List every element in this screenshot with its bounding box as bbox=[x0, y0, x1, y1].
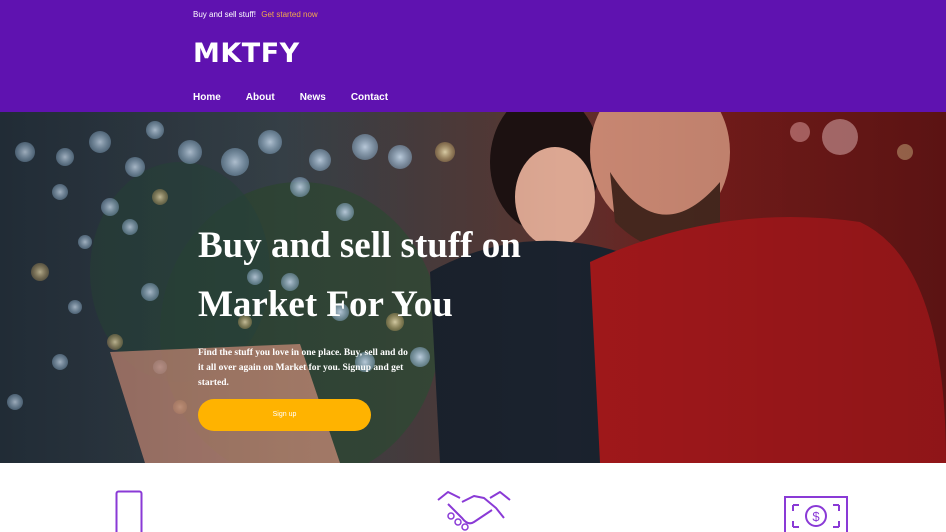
tagline-text: Buy and sell stuff! bbox=[193, 10, 256, 19]
phone-icon bbox=[115, 490, 143, 532]
hero-description: Find the stuff you love in one place. Bu… bbox=[198, 348, 408, 388]
money-icon: $ bbox=[784, 496, 848, 532]
hero-section: Buy and sell stuff on Market For You Fin… bbox=[0, 112, 946, 463]
main-nav: Home About News Contact bbox=[193, 92, 413, 103]
features-section: $ bbox=[0, 463, 946, 532]
nav-contact[interactable]: Contact bbox=[351, 92, 388, 103]
logo[interactable]: MKTFY bbox=[193, 38, 300, 69]
top-banner: Buy and sell stuff! Get started now bbox=[193, 10, 318, 19]
site-header: Buy and sell stuff! Get started now MKTF… bbox=[0, 0, 946, 112]
nav-home[interactable]: Home bbox=[193, 92, 221, 103]
sign-up-button[interactable]: Sign up bbox=[198, 399, 371, 431]
nav-about[interactable]: About bbox=[246, 92, 275, 103]
hero-title: Buy and sell stuff on Market For You bbox=[198, 225, 521, 325]
nav-news[interactable]: News bbox=[300, 92, 326, 103]
get-started-link[interactable]: Get started now bbox=[261, 10, 317, 19]
handshake-icon bbox=[437, 491, 511, 531]
svg-text:$: $ bbox=[812, 509, 820, 524]
